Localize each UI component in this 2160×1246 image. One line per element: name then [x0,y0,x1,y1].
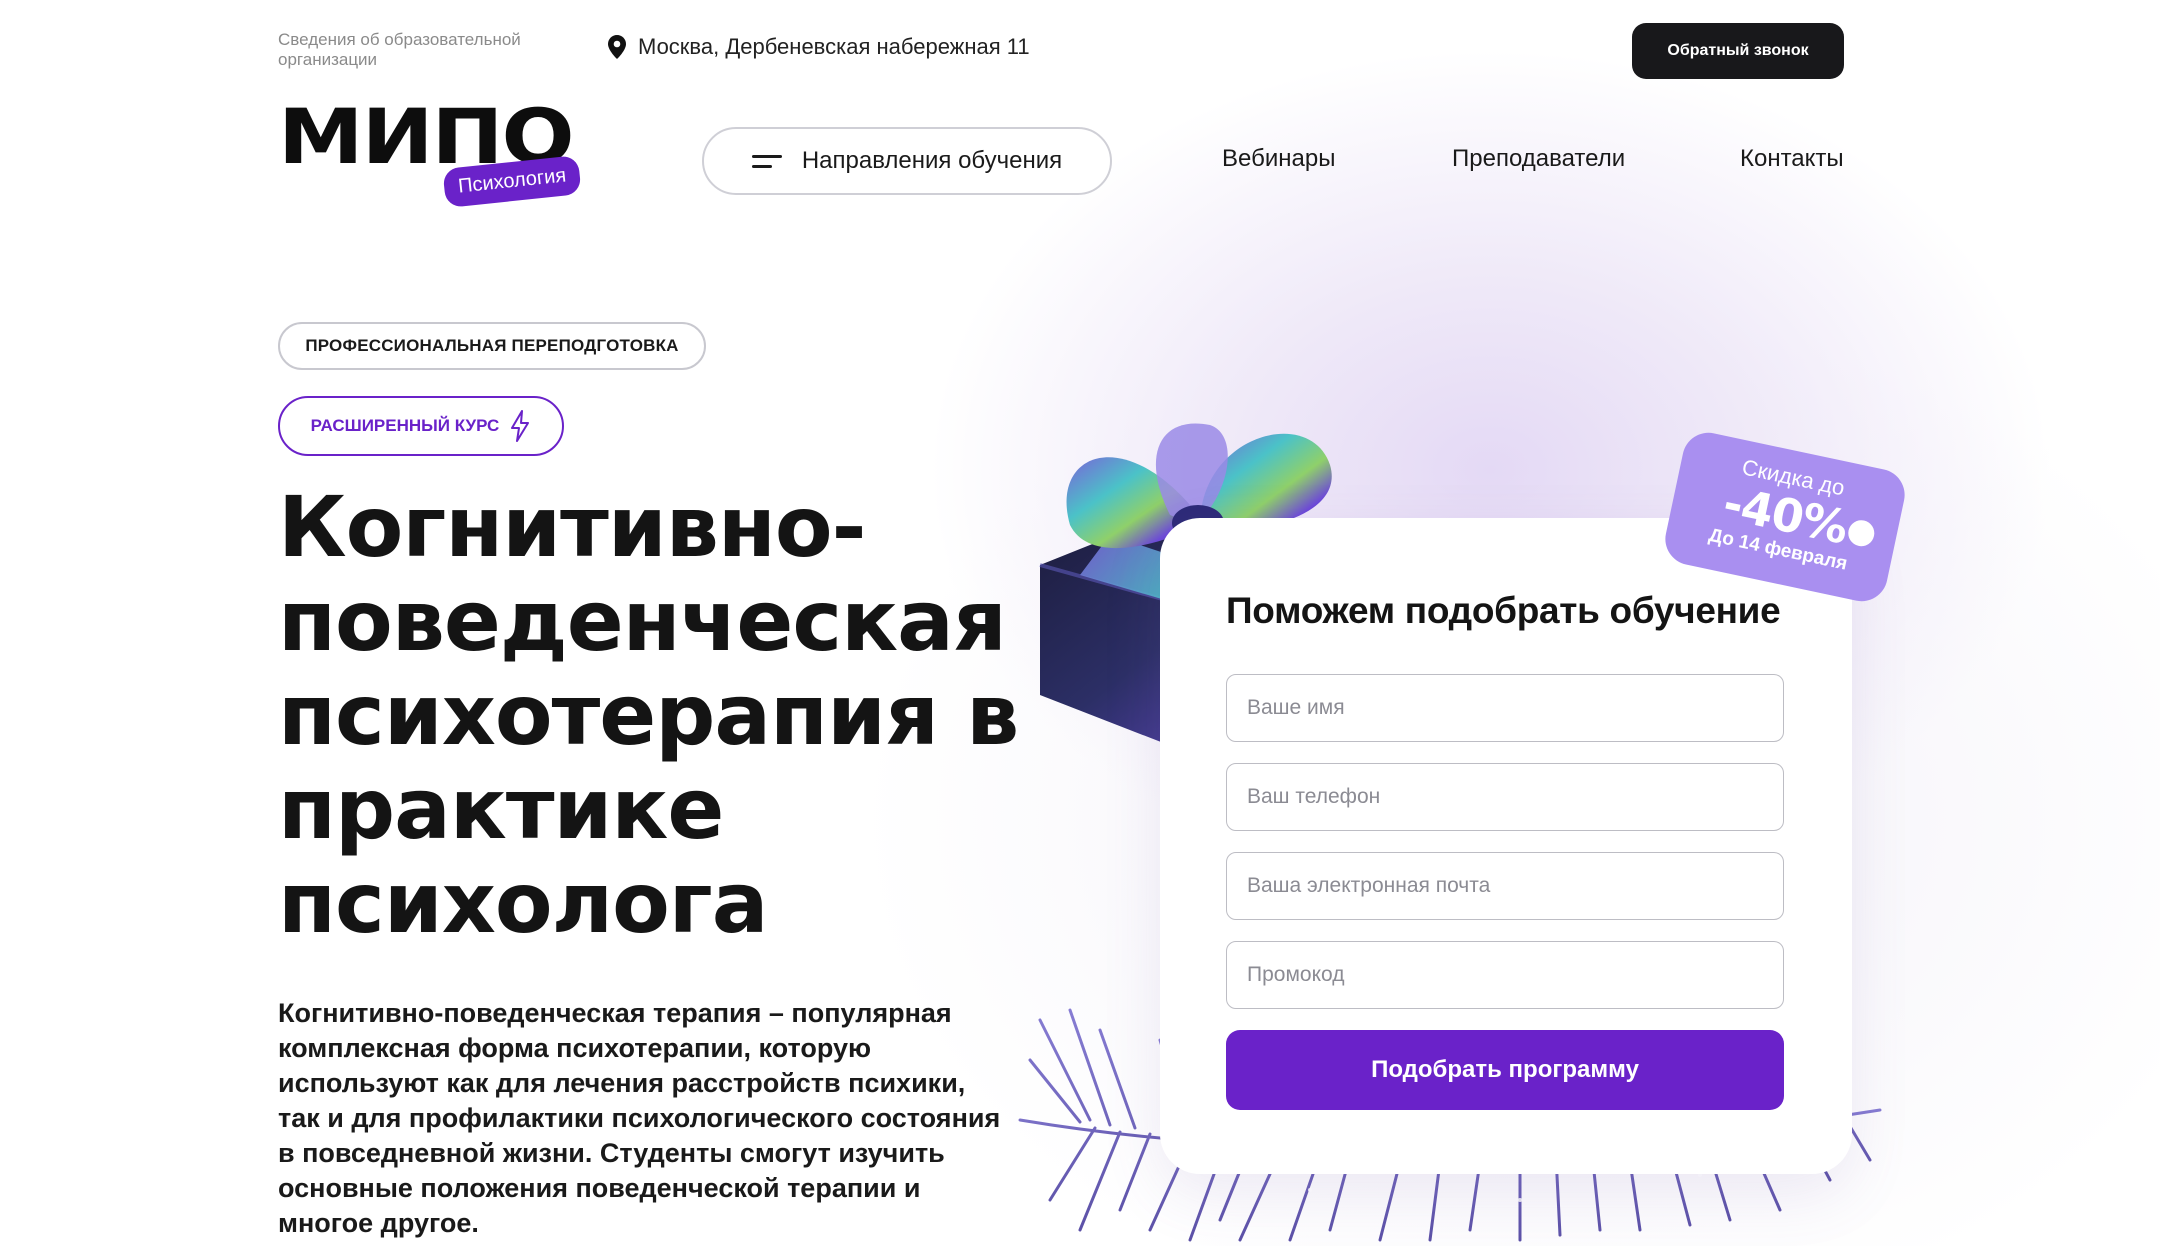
email-field[interactable] [1226,852,1784,920]
logo[interactable]: МИПО Психология [278,98,598,209]
program-type-badge: ПРОФЕССИОНАЛЬНАЯ ПЕРЕПОДГОТОВКА [278,322,706,370]
phone-field[interactable] [1226,763,1784,831]
directions-label: Направления обучения [801,147,1063,174]
address-text: Москва, Дербеневская набережная 11 [638,34,1030,59]
nav-link-webinars[interactable]: Вебинары [1222,145,1335,173]
menu-icon [751,154,782,168]
course-level-label: РАСШИРЕННЫЙ КУРС [310,416,500,435]
lead-form-card: Поможем подобрать обучение Подобрать про… [1160,518,1852,1174]
nav-link-teachers[interactable]: Преподаватели [1452,145,1625,173]
location-pin-icon [608,35,626,59]
hero-description: Когнитивно-поведенческая терапия – попул… [278,998,1001,1238]
page-title: Когнитивно-поведенческая психотерапия в … [278,478,1019,952]
callback-button[interactable]: Обратный звонок [1632,23,1844,79]
course-level-badge: РАСШИРЕННЫЙ КУРС [278,396,564,456]
org-info-link[interactable]: Сведения об образовательной организации [278,30,568,70]
name-field[interactable] [1226,674,1784,742]
lightning-icon [511,410,530,442]
promo-code-field[interactable] [1226,941,1784,1009]
address: Москва, Дербеневская набережная 11 [608,34,1030,60]
submit-button[interactable]: Подобрать программу [1226,1030,1784,1110]
form-title: Поможем подобрать обучение [1226,590,1781,631]
nav-link-contacts[interactable]: Контакты [1740,145,1844,173]
directions-menu-button[interactable]: Направления обучения [702,127,1112,195]
